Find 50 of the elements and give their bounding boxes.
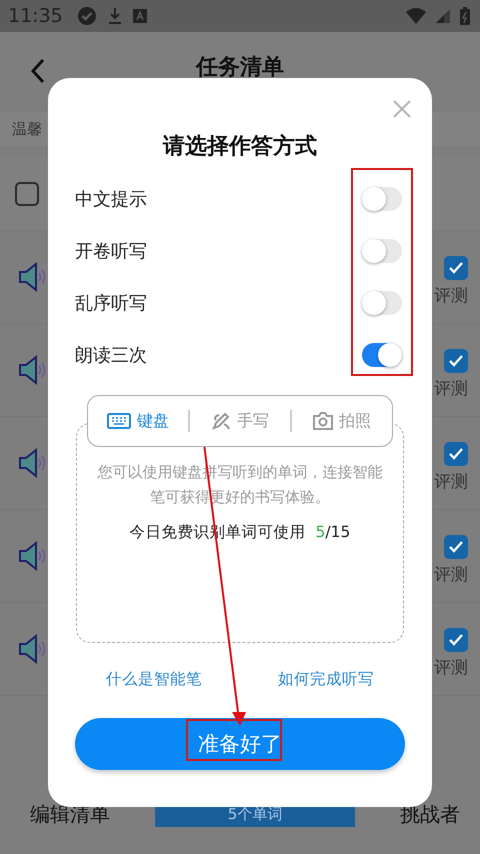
wifi-icon: [406, 8, 426, 24]
evaluate-link[interactable]: 评测: [434, 284, 468, 306]
ready-button[interactable]: 准备好了: [75, 718, 405, 770]
select-all-checkbox[interactable]: [15, 182, 39, 206]
speaker-icon[interactable]: [18, 634, 48, 664]
battery-icon: [460, 7, 470, 25]
mode-tab[interactable]: 键盘: [88, 410, 188, 432]
signal-icon: [436, 9, 450, 23]
word-checkbox[interactable]: [444, 628, 468, 652]
evaluate-link[interactable]: 评测: [434, 562, 468, 586]
check-icon: [448, 260, 464, 274]
notice-text: 温馨: [12, 120, 42, 138]
check-icon: [448, 540, 464, 554]
back-icon[interactable]: [30, 58, 46, 84]
option-label: 开卷听写: [75, 240, 147, 263]
word-checkbox[interactable]: [444, 534, 468, 558]
speaker-icon[interactable]: [18, 262, 48, 292]
check-circle-icon: [76, 6, 97, 26]
option-label: 朗读三次: [75, 344, 147, 367]
keyboard-icon: [107, 413, 131, 429]
speaker-icon[interactable]: [18, 541, 48, 571]
font-icon: [132, 9, 147, 23]
toggle-switch[interactable]: [362, 343, 402, 367]
mode-tab[interactable]: 拍照: [292, 410, 392, 432]
check-icon: [448, 446, 464, 460]
check-icon: [448, 354, 464, 368]
evaluate-link[interactable]: 评测: [434, 470, 468, 492]
download-icon: [106, 7, 123, 25]
word-checkbox[interactable]: [444, 442, 468, 466]
help-link[interactable]: 什么是智能笔: [106, 669, 202, 690]
page-title: 任务清单: [196, 54, 284, 82]
camera-icon: [313, 412, 333, 430]
evaluate-link[interactable]: 评测: [434, 376, 468, 400]
option-label: 乱序听写: [75, 292, 147, 315]
option-label: 中文提示: [75, 188, 147, 211]
status-time: 11:35: [8, 5, 63, 27]
speaker-icon[interactable]: [18, 448, 48, 478]
help-link[interactable]: 如何完成听写: [278, 669, 374, 690]
pen-icon: [211, 411, 231, 431]
toggle-switch[interactable]: [362, 239, 402, 263]
evaluate-link[interactable]: 评测: [434, 656, 468, 678]
toggle-switch[interactable]: [362, 187, 402, 211]
speaker-icon[interactable]: [18, 355, 48, 385]
close-icon[interactable]: [392, 99, 412, 119]
mode-tab[interactable]: 手写: [190, 410, 290, 432]
word-checkbox[interactable]: [444, 348, 468, 372]
word-checkbox[interactable]: [444, 256, 468, 280]
toggle-switch[interactable]: [362, 291, 402, 315]
dialog-title: 请选择作答方式: [162, 132, 318, 161]
check-icon: [448, 632, 464, 646]
